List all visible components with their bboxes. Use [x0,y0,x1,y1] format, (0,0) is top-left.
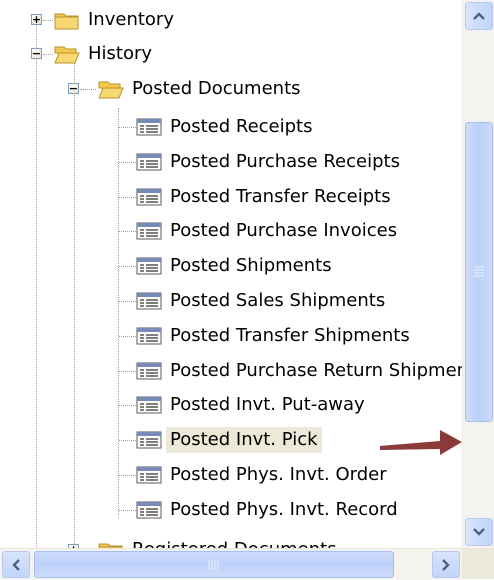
tree-node-label: Inventory [88,9,174,30]
tree-item[interactable]: Posted Receipts [136,112,317,142]
form-icon [136,151,162,173]
tree-node-history[interactable]: History [54,39,156,69]
tree-item[interactable]: Posted Phys. Invt. Record [136,495,402,525]
form-icon [136,116,162,138]
tree-item[interactable]: Posted Invt. Pick [136,425,322,455]
tree-line [119,301,136,302]
form-icon [136,220,162,242]
scroll-right-button[interactable] [432,551,460,578]
tree-item-label: Posted Purchase Receipts [170,151,400,172]
chevron-left-icon [12,558,20,571]
grip-icon [208,560,219,570]
navigation-tree: + Inventory − History − Posted Documents… [0,0,462,548]
tree-item-label: Posted Transfer Shipments [170,325,410,346]
tree-node-registered-documents[interactable]: Registered Documents [98,535,341,548]
tree-node-label: History [88,43,153,64]
form-icon [136,186,162,208]
form-icon [136,325,162,347]
tree-item-label: Posted Sales Shipments [170,290,386,311]
tree-item-label: Posted Shipments [170,255,332,276]
tree-item-label: Posted Receipts [170,116,313,137]
tree-item[interactable]: Posted Sales Shipments [136,286,389,316]
grip-icon [474,266,484,277]
tree-line [36,20,37,548]
vertical-scroll-thumb[interactable] [465,122,493,422]
tree-line [119,510,136,511]
folder-closed-icon [54,9,80,31]
tree-item-label: Posted Invt. Put-away [170,394,365,415]
tree-line [119,197,136,198]
tree-item[interactable]: Posted Purchase Receipts [136,147,404,177]
form-icon [136,499,162,521]
tree-line [80,89,96,90]
tree-item-label: Posted Phys. Invt. Record [170,499,398,520]
tree-line [119,162,136,163]
horizontal-scroll-thumb[interactable] [34,551,394,578]
scroll-down-button[interactable] [465,518,493,546]
tree-node-posted-documents[interactable]: Posted Documents [98,74,305,104]
folder-open-icon [98,78,124,100]
tree-item-label: Posted Purchase Invoices [170,220,398,241]
tree-line [119,440,136,441]
tree-item[interactable]: Posted Transfer Shipments [136,321,414,351]
tree-line [119,336,136,337]
tree-node-label: Posted Documents [132,78,301,99]
tree-line [43,20,53,21]
form-icon [136,429,162,451]
tree-item[interactable]: Posted Shipments [136,251,336,281]
tree-item[interactable]: Posted Purchase Invoices [136,216,401,246]
form-icon [136,464,162,486]
folder-open-icon [54,43,80,65]
scroll-left-button[interactable] [2,551,30,578]
tree-line [119,405,136,406]
scroll-up-button[interactable] [465,2,493,30]
tree-line [119,371,136,372]
tree-line [119,266,136,267]
annotation-arrow-icon [380,430,462,455]
tree-item-label: Posted Purchase Return Shipments [170,360,462,381]
tree-line [118,108,119,518]
tree-item[interactable]: Posted Invt. Put-away [136,390,369,420]
collapse-history-button[interactable]: − [31,48,42,59]
tree-item-label: Posted Transfer Receipts [170,186,391,207]
tree-item[interactable]: Posted Transfer Receipts [136,182,395,212]
form-icon [136,394,162,416]
tree-item-label: Posted Phys. Invt. Order [170,464,387,485]
tree-item[interactable]: Posted Purchase Return Shipments [136,356,462,386]
collapse-posted-documents-button[interactable]: − [68,83,79,94]
scrollbar-corner [462,548,494,579]
tree-node-inventory[interactable]: Inventory [54,5,178,35]
tree-item-label: Posted Invt. Pick [166,427,322,453]
vertical-scrollbar[interactable] [462,0,494,548]
tree-item[interactable]: Posted Phys. Invt. Order [136,460,391,490]
form-icon [136,290,162,312]
chevron-right-icon [442,558,450,571]
folder-closed-icon [98,539,124,548]
tree-line [119,475,136,476]
form-icon [136,255,162,277]
form-icon [136,360,162,382]
chevron-down-icon [473,528,485,536]
chevron-up-icon [473,12,485,20]
tree-line [74,54,75,548]
horizontal-scrollbar[interactable] [0,548,462,580]
expand-inventory-button[interactable]: + [31,14,42,25]
tree-line [43,54,53,55]
tree-line [119,127,136,128]
tree-node-label: Registered Documents [128,537,341,548]
tree-line [119,231,136,232]
